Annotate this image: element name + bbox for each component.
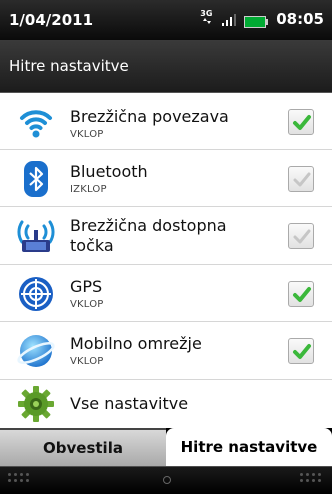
row-text: Bluetooth IZKLOP: [70, 162, 272, 195]
row-wifi[interactable]: Brezžična povezava VKLOP: [0, 93, 332, 150]
status-time: 08:05: [276, 10, 324, 28]
gear-icon: [16, 384, 56, 424]
row-text: GPS VKLOP: [70, 277, 272, 310]
bluetooth-icon: [16, 159, 56, 199]
row-status: VKLOP: [70, 129, 104, 140]
hotspot-icon: [16, 216, 56, 256]
gps-icon: [16, 274, 56, 314]
network-type-icon: 3G: [200, 9, 214, 29]
row-status: IZKLOP: [70, 184, 107, 195]
row-mobile-network[interactable]: Mobilno omrežje VKLOP: [0, 322, 332, 380]
check-icon: [293, 287, 311, 302]
wifi-checkbox[interactable]: [288, 109, 314, 135]
wifi-icon: [16, 102, 56, 142]
hotspot-checkbox[interactable]: [288, 223, 314, 249]
row-title: Vse nastavitve: [70, 394, 189, 413]
gps-checkbox[interactable]: [288, 281, 314, 307]
row-title: Brezžična povezava: [70, 107, 229, 126]
check-icon: [293, 172, 311, 187]
row-text: Mobilno omrežje VKLOP: [70, 334, 272, 367]
check-icon: [293, 115, 311, 130]
row-status: VKLOP: [70, 299, 104, 310]
mobile-network-checkbox[interactable]: [288, 338, 314, 364]
page-header: Hitre nastavitve: [0, 40, 332, 93]
drag-handle-center-icon[interactable]: [163, 476, 171, 484]
row-title: GPS: [70, 277, 103, 296]
row-status: VKLOP: [70, 356, 104, 367]
row-all-settings[interactable]: Vse nastavitve: [0, 380, 332, 428]
check-icon: [293, 344, 311, 359]
signal-icon: [220, 11, 238, 27]
drag-handle-right-icon[interactable]: [300, 473, 324, 487]
tab-notifications[interactable]: Obvestila: [0, 428, 166, 466]
page-title: Hitre nastavitve: [9, 57, 129, 75]
status-date: 1/04/2011: [9, 11, 94, 29]
row-hotspot[interactable]: Brezžična dostopna točka: [0, 207, 332, 265]
bluetooth-checkbox[interactable]: [288, 166, 314, 192]
row-title: Mobilno omrežje: [70, 334, 202, 353]
row-title: Brezžična dostopna točka: [70, 216, 227, 255]
row-gps[interactable]: GPS VKLOP: [0, 265, 332, 322]
row-bluetooth[interactable]: Bluetooth IZKLOP: [0, 150, 332, 207]
settings-list: Brezžična povezava VKLOP Bluetooth IZKLO…: [0, 93, 332, 428]
row-text: Brezžična dostopna točka: [70, 216, 272, 256]
tab-quick-settings[interactable]: Hitre nastavitve: [166, 428, 332, 466]
bottom-bar: [0, 466, 332, 494]
tab-bar: Obvestila Hitre nastavitve: [0, 428, 332, 466]
check-icon: [293, 229, 311, 244]
row-title: Bluetooth: [70, 162, 148, 181]
status-icons: 3G 08:05: [200, 8, 324, 30]
mobile-network-icon: [16, 331, 56, 371]
drag-handle-left-icon[interactable]: [8, 473, 32, 487]
row-text: Brezžična povezava VKLOP: [70, 107, 272, 140]
battery-icon: [244, 13, 269, 28]
status-bar: 1/04/2011 3G 08:05: [0, 0, 332, 40]
row-text: Vse nastavitve: [70, 394, 272, 414]
